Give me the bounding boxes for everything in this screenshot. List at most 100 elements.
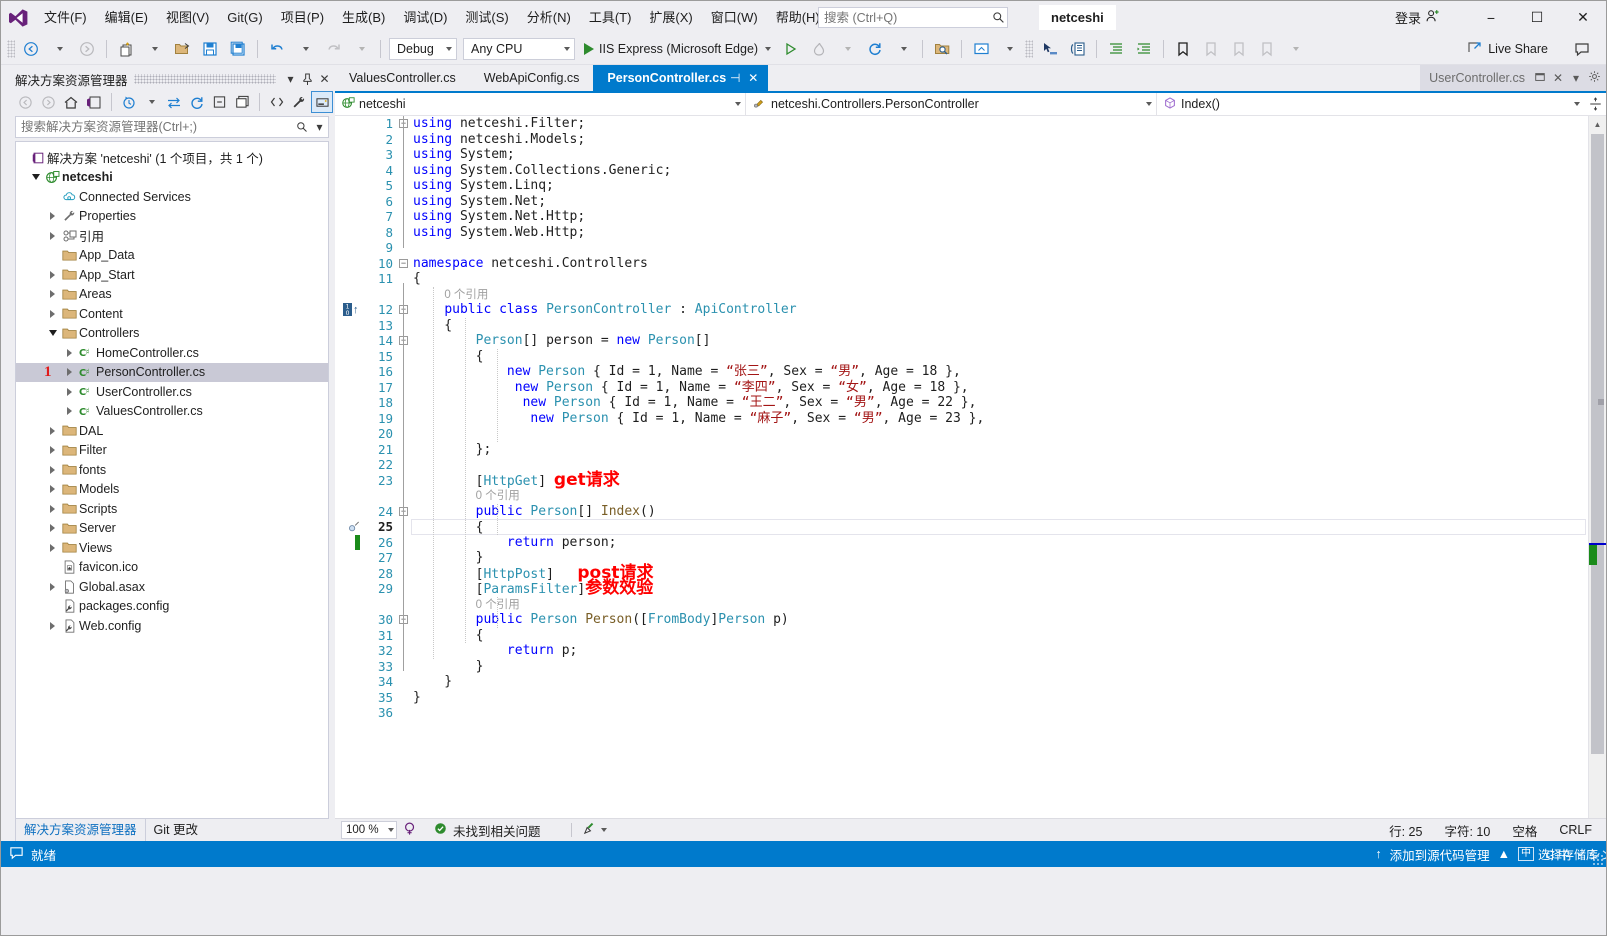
next-bookmark-icon[interactable] (1225, 37, 1253, 61)
decrease-indent-icon[interactable] (1102, 37, 1130, 61)
tree-row-properties[interactable]: Properties (16, 207, 328, 227)
panel-menu-chevron-down-icon[interactable]: ▾ (282, 70, 299, 88)
tree-row-content[interactable]: Content (16, 304, 328, 324)
expander-collapsed[interactable] (45, 290, 60, 298)
expander-collapsed[interactable] (62, 368, 77, 376)
code-line[interactable]: 0 个引用 (413, 287, 1606, 303)
code-line[interactable]: using System; (413, 147, 1606, 163)
solution-search-input[interactable] (16, 119, 293, 135)
navigate-backward-icon[interactable] (17, 37, 45, 61)
expander-collapsed[interactable] (62, 388, 77, 396)
tree-row-fonts[interactable]: fonts (16, 460, 328, 480)
expander-collapsed[interactable] (45, 466, 60, 474)
code-line[interactable]: } (413, 690, 1606, 706)
tree-row-app-start[interactable]: App_Start (16, 265, 328, 285)
tree-row-valuescontroller-cs[interactable]: C♯ValuesController.cs (16, 402, 328, 422)
close-document-icon[interactable]: ✕ (1549, 71, 1567, 85)
hot-reload-icon[interactable] (805, 37, 833, 61)
panel-drag-dots[interactable] (134, 74, 276, 84)
fold-toggle-icon[interactable]: − (399, 259, 408, 268)
browser-link-icon[interactable] (1063, 37, 1091, 61)
status-notification-icon[interactable] (9, 845, 24, 863)
menu-test[interactable]: 测试(S) (456, 1, 517, 34)
tree-row-web-config[interactable]: Web.config (16, 616, 328, 636)
expander-collapsed[interactable] (62, 349, 77, 357)
expander-collapsed[interactable] (45, 310, 60, 318)
expander-collapsed[interactable] (45, 232, 60, 240)
split-editor-icon[interactable] (1584, 93, 1606, 115)
tree-row-controllers[interactable]: Controllers (16, 324, 328, 344)
expander-expanded[interactable] (28, 174, 43, 180)
code-line[interactable]: public class PersonController : ApiContr… (413, 302, 1606, 318)
tree-row-filter[interactable]: Filter (16, 441, 328, 461)
code-line[interactable]: public Person Person([FromBody]Person p) (413, 612, 1606, 628)
code-line[interactable]: { (413, 349, 1606, 365)
code-line[interactable]: { (413, 271, 1606, 287)
expander-expanded[interactable] (45, 330, 60, 336)
maximize-button[interactable]: ☐ (1514, 1, 1560, 34)
line-ending-indicator[interactable]: CRLF (1559, 823, 1592, 837)
code-line[interactable]: Person[] person = new Person[] (413, 333, 1606, 349)
source-control-chevron-up-icon[interactable]: ▲ (1498, 847, 1510, 861)
tree-row-app-data[interactable]: App_Data (16, 246, 328, 266)
expander-collapsed[interactable] (45, 583, 60, 591)
code-line[interactable]: 0 个引用 (413, 597, 1606, 613)
overflow-doc-label[interactable]: UserController.cs (1423, 71, 1531, 85)
se-view-code-icon[interactable] (266, 91, 288, 113)
expander-collapsed[interactable] (45, 622, 60, 630)
se-sync-with-active-icon[interactable] (163, 91, 185, 113)
previous-bookmark-icon[interactable] (1197, 37, 1225, 61)
float-window-icon[interactable] (1531, 71, 1549, 86)
expander-collapsed[interactable] (45, 505, 60, 513)
solution-tree[interactable]: 解决方案 'netceshi' (1 个项目，共 1 个) netceshiCo… (15, 141, 329, 819)
navigate-forward-icon[interactable] (73, 37, 101, 61)
doc-tab-webapi-config[interactable]: WebApiConfig.cs (470, 65, 594, 91)
active-files-chevron-down-icon[interactable]: ▾ (1567, 71, 1585, 85)
live-preview-dropdown[interactable] (995, 37, 1023, 61)
toolbar-grip[interactable] (7, 40, 15, 58)
increase-indent-icon[interactable] (1130, 37, 1158, 61)
tree-row-scripts[interactable]: Scripts (16, 499, 328, 519)
close-button[interactable]: ✕ (1560, 1, 1606, 34)
menu-window[interactable]: 窗口(W) (702, 1, 767, 34)
menu-tools[interactable]: 工具(T) (580, 1, 641, 34)
code-line[interactable]: return person; (413, 535, 1606, 551)
code-line[interactable]: public Person[] Index() (413, 504, 1606, 520)
add-to-source-control-button[interactable]: 添加到源代码管理 (1390, 845, 1490, 864)
se-properties-icon[interactable] (289, 91, 311, 113)
undo-dropdown[interactable] (291, 37, 319, 61)
code-line[interactable] (413, 240, 1606, 256)
redo-dropdown[interactable] (347, 37, 375, 61)
search-options-chevron-down-icon[interactable]: ▾ (311, 118, 328, 136)
menu-build[interactable]: 生成(B) (333, 1, 394, 34)
scroll-up-icon[interactable]: ▲ (1589, 116, 1606, 133)
menu-view[interactable]: 视图(V) (157, 1, 218, 34)
start-debugging-button[interactable]: IIS Express (Microsoft Edge) (578, 37, 777, 61)
code-line[interactable]: using System.Web.Http; (413, 225, 1606, 241)
new-project-icon[interactable] (112, 37, 140, 61)
code-line[interactable]: using netceshi.Filter; (413, 116, 1606, 132)
save-icon[interactable] (196, 37, 224, 61)
code-line[interactable]: [HttpGet] get请求 (413, 473, 1606, 489)
solution-platform-combo[interactable]: Any CPU (463, 38, 575, 60)
tab-solution-explorer[interactable]: 解决方案资源管理器 (15, 816, 146, 841)
menu-debug[interactable]: 调试(D) (394, 1, 456, 34)
code-line[interactable]: } (413, 659, 1606, 675)
fold-margin[interactable]: −−−−−− (397, 116, 411, 818)
se-solution-icon[interactable] (83, 91, 105, 113)
nav-type-combo[interactable]: netceshi.Controllers.PersonController (746, 93, 1157, 115)
tree-row-models[interactable]: Models (16, 480, 328, 500)
save-all-icon[interactable] (224, 37, 252, 61)
start-without-debugging-icon[interactable] (777, 37, 805, 61)
select-element-icon[interactable] (1035, 37, 1063, 61)
menu-file[interactable]: 文件(F) (35, 1, 96, 34)
new-project-dropdown[interactable] (140, 37, 168, 61)
code-line[interactable] (413, 426, 1606, 442)
scrollbar-thumb[interactable] (1591, 134, 1604, 754)
se-show-all-files-icon[interactable] (231, 91, 253, 113)
code-line[interactable] (413, 705, 1606, 721)
tree-row-[interactable]: 引用 (16, 226, 328, 246)
toggle-bookmark-icon[interactable] (1169, 37, 1197, 61)
panel-pin-icon[interactable] (299, 70, 316, 88)
se-forward-icon[interactable] (38, 91, 60, 113)
